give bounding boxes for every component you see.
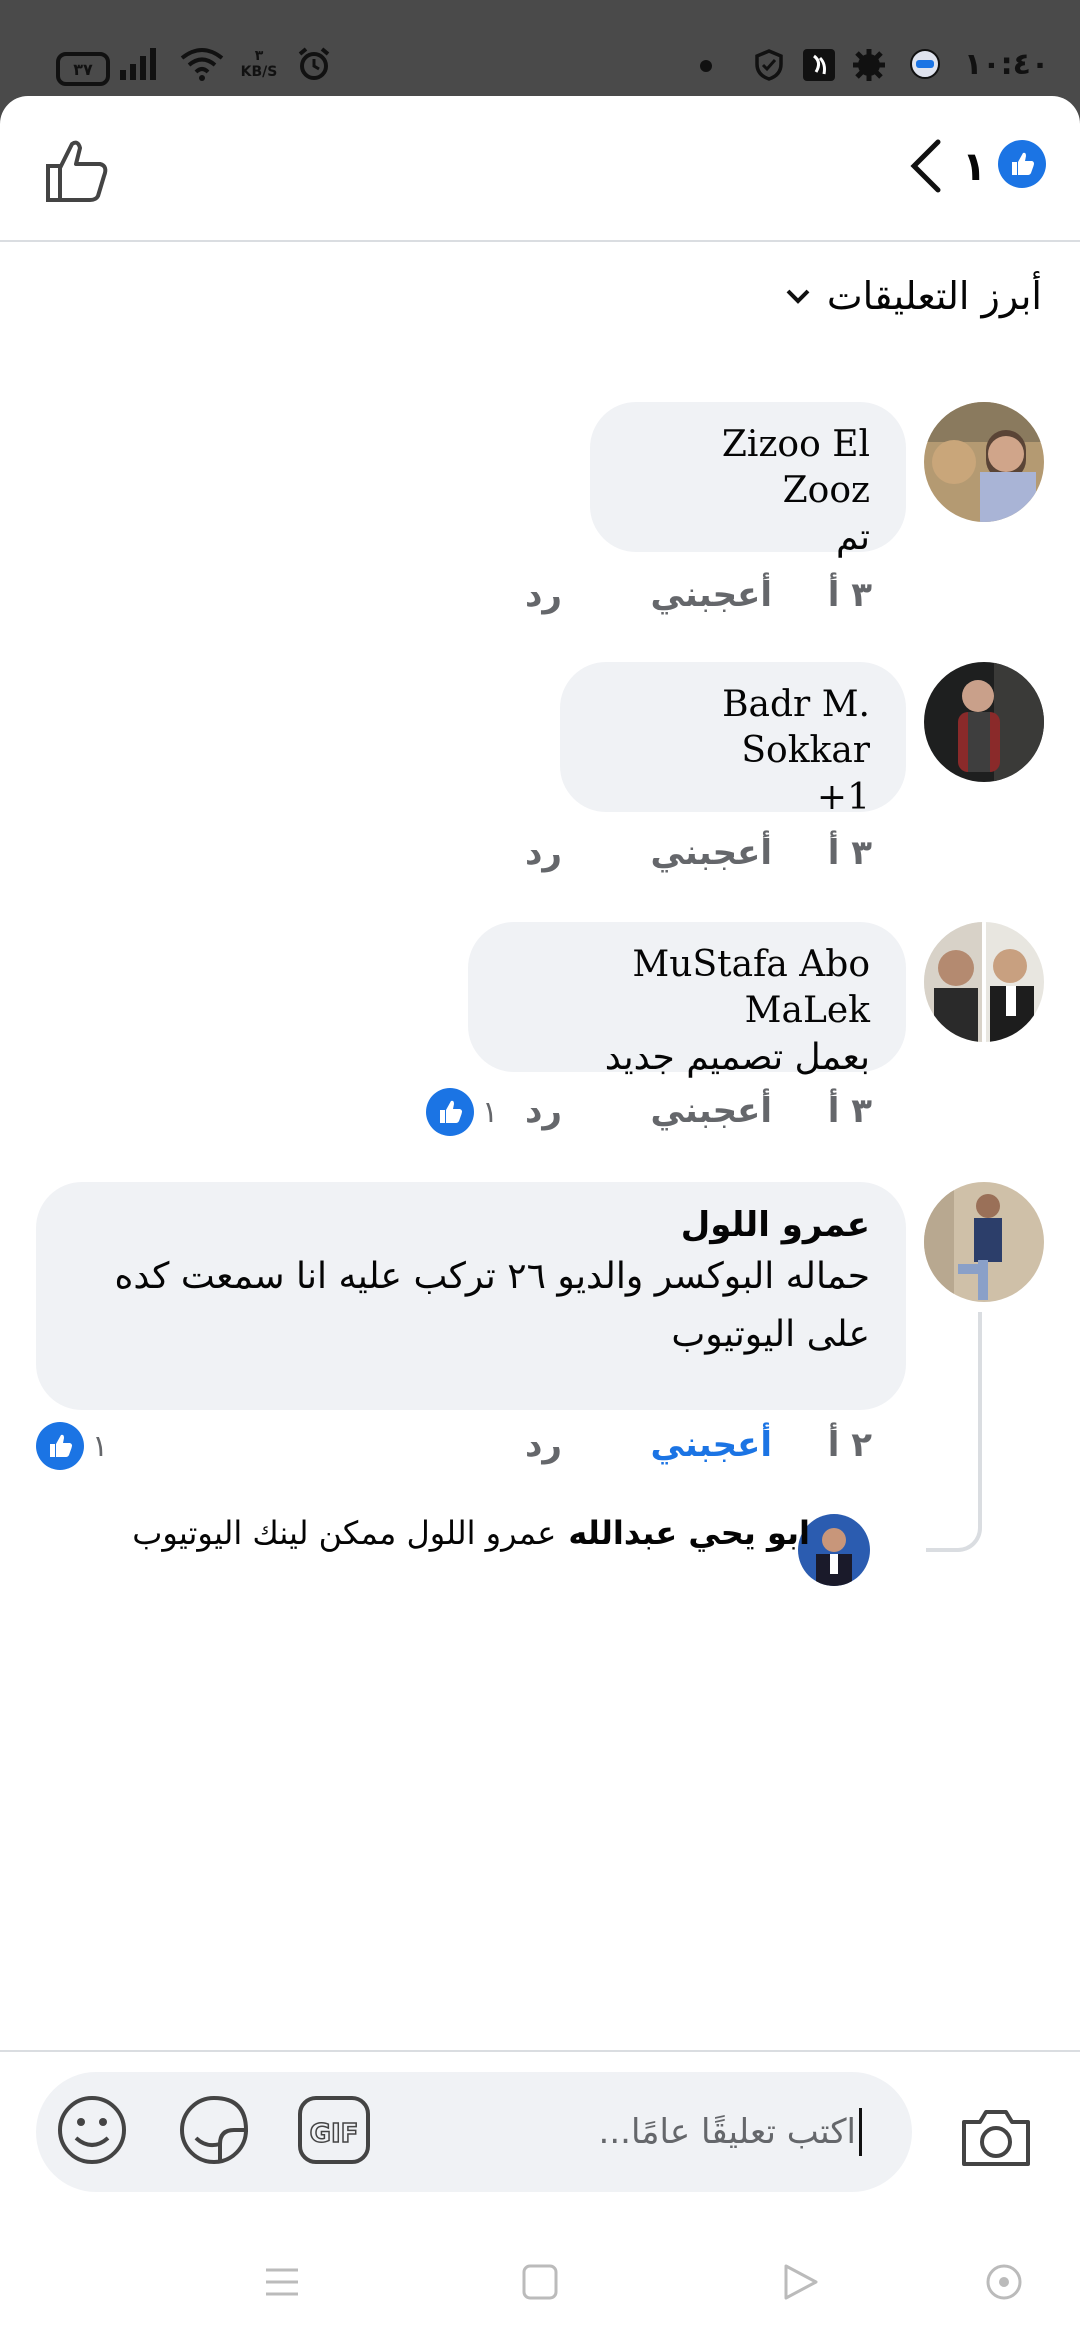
comment-actions: ٣ أ أعجبني رد [525,1086,872,1136]
reply-link[interactable]: رد [525,833,562,873]
comment-time: ٣ أ [827,575,872,615]
text-caret [859,2108,862,2156]
comment-bubble[interactable]: Zizoo El Zooz تم [590,402,906,558]
comment-actions: ٢ أ أعجبني رد [525,1420,872,1470]
sticker-icon[interactable] [176,2092,252,2168]
comment-time: ٣ أ [827,833,872,873]
back-nav-icon[interactable] [780,2262,820,2302]
clock: ١٠:٤٠ [964,46,1050,82]
gif-label: GIF [310,2119,359,2149]
reply-link[interactable]: رد [525,575,562,615]
reaction-count[interactable]: ١ [962,136,986,198]
battery-level: ٣٧ [73,59,93,79]
like-badge-icon [426,1088,474,1136]
shield-icon [752,48,786,82]
battery-indicator: ٣٧ [56,52,110,86]
comment-input[interactable]: اكتب تعليقًا عامًا... GIF [36,2072,912,2192]
like-link[interactable]: أعجبني [650,1091,772,1131]
comment-actions: ٣ أ أعجبني رد [525,570,872,620]
network-speed: ٣ KB/S [236,44,282,84]
avatar[interactable] [924,402,1044,522]
signal-icon [120,48,162,80]
comment-bubble[interactable]: MuStafa Abo MaLek بعمل تصميم جديد [468,922,906,1078]
network-speed-unit: KB/S [240,64,278,80]
messenger-icon [908,48,942,82]
comment-author[interactable]: Zizoo El Zooz [626,422,870,514]
thumbs-up-outline-icon[interactable] [42,136,112,206]
sort-label: أبرز التعليقات [826,274,1042,318]
assistant-nav-icon[interactable] [984,2262,1024,2302]
avatar[interactable] [924,1182,1044,1302]
back-chevron-icon[interactable] [904,136,948,196]
menu-nav-icon[interactable] [262,2262,302,2302]
comment-text: 1+ [816,777,870,818]
comment-time: ٢ أ [827,1425,872,1465]
app-icon [802,48,836,82]
like-link[interactable]: أعجبني [650,1425,772,1465]
avatar[interactable] [924,922,1044,1042]
comment-text: بعمل تصميم جديد [604,1037,870,1078]
comment-author[interactable]: عمرو اللول [72,1202,870,1248]
comments-sheet: ١ أبرز التعليقات Zizoo El Zooz تم ٣ أ أع… [0,96,1080,2340]
alarm-icon [296,46,332,82]
wifi-icon [180,46,224,82]
home-nav-icon[interactable] [520,2262,560,2302]
reply-link[interactable]: رد [525,1425,562,1465]
network-speed-value: ٣ [254,48,264,64]
chevron-down-icon [786,289,810,304]
comment-input-placeholder: اكتب تعليقًا عامًا... [598,2112,856,2152]
reply-link[interactable]: رد [525,1091,562,1131]
thread-line [926,1312,982,1552]
like-link[interactable]: أعجبني [650,833,772,873]
camera-icon[interactable] [958,2102,1034,2170]
status-bar: ٣٧ ٣ KB/S ١٠:٤٠ [0,0,1080,96]
comment-composer: اكتب تعليقًا عامًا... GIF [0,2050,1080,2340]
comment-actions: ٣ أ أعجبني رد [525,828,872,878]
notification-dot [700,60,712,72]
comment-time: ٣ أ [827,1091,872,1131]
comment-author[interactable]: MuStafa Abo MaLek [504,942,870,1034]
reply-preview[interactable]: ابو يحي عبدالله عمرو اللول ممكن لينك الي… [132,1514,810,1552]
comment-text: حماله البوكسر والديو ٢٦ تركب عليه انا سم… [114,1256,870,1355]
emoji-icon[interactable] [54,2092,130,2168]
reply-author: ابو يحي عبدالله [568,1514,810,1552]
reaction-count: ١ [92,1428,109,1464]
comment-author[interactable]: Badr M. Sokkar [596,682,870,774]
avatar[interactable] [924,662,1044,782]
like-badge-icon [998,140,1046,188]
comment-reactions[interactable]: ١ [36,1422,108,1470]
comment-bubble[interactable]: Badr M. Sokkar 1+ [560,662,906,818]
like-link[interactable]: أعجبني [650,575,772,615]
reply-text: عمرو اللول ممكن لينك اليوتيوب [132,1514,557,1552]
system-nav-bar [0,2232,1080,2332]
gear-icon [852,48,886,82]
sheet-header: ١ [0,96,1080,242]
comment-bubble[interactable]: عمرو اللول حماله البوكسر والديو ٢٦ تركب … [36,1182,906,1410]
like-badge-icon [36,1422,84,1470]
comment-reactions[interactable]: ١ [426,1088,498,1136]
sort-dropdown[interactable]: أبرز التعليقات [783,274,1042,318]
comment-text: تم [836,517,870,558]
gif-icon[interactable]: GIF [296,2092,372,2168]
reaction-count: ١ [482,1094,499,1130]
